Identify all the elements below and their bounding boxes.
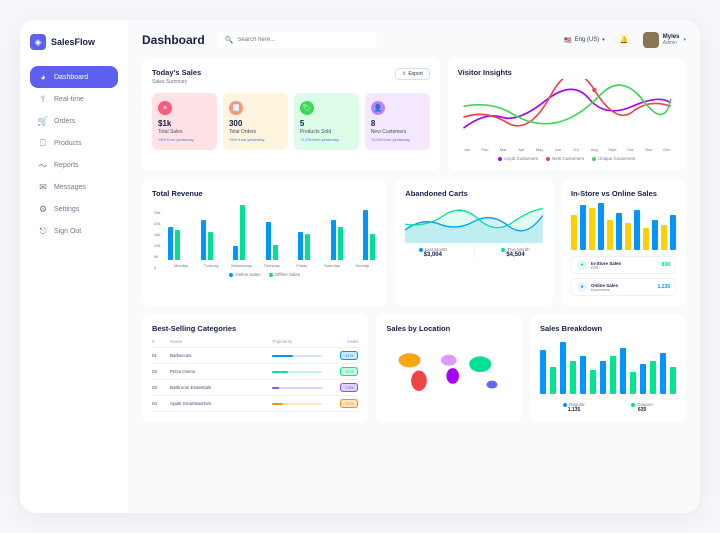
sales-breakdown-card: Sales Breakdown Regular1,135Coupon635: [530, 314, 686, 423]
stat-icon: ≡: [158, 101, 172, 115]
card-subtitle: Sales Summary: [152, 79, 430, 85]
orders-icon: 🛒: [38, 116, 48, 126]
user-menu[interactable]: Myles Admin ▾: [643, 32, 686, 48]
instore-row: ●In-Store SalesPOS838: [571, 256, 676, 274]
nav-reports[interactable]: 〜Reports: [30, 154, 118, 176]
bell-icon: 🔔: [619, 36, 628, 44]
export-button[interactable]: ⇪Export: [395, 68, 430, 80]
avatar: [643, 32, 659, 48]
nav-dashboard[interactable]: ◕Dashboard: [30, 66, 118, 88]
todays-sales-card: ⇪Export Today's Sales Sales Summary ≡$1k…: [142, 58, 440, 171]
logo[interactable]: ◈ SalesFlow: [30, 34, 118, 50]
stat-products-sold: 🏷5Products Sold+1.2% from yesterday: [294, 93, 359, 150]
real-time-icon: ⫯: [38, 94, 48, 104]
abandoned-area-chart: [405, 200, 543, 243]
table-header: # Name Popularity Sales: [152, 339, 358, 348]
table-row: 02Pizza Ovens31%: [152, 364, 358, 380]
bar-group: [363, 210, 375, 260]
stat-icon: 👤: [371, 101, 385, 115]
dot-icon: ●: [577, 282, 587, 292]
notifications-button[interactable]: 🔔: [617, 33, 631, 47]
stat-total-orders: 🧾300Total Orders+5% from yesterday: [223, 93, 288, 150]
instore-online-card: In-Store vs Online Sales ●In-Store Sales…: [561, 179, 686, 306]
dot-icon: ●: [577, 260, 587, 270]
table-row: 03Bathroom Essentials13%: [152, 380, 358, 396]
stat-icon: 🧾: [229, 101, 243, 115]
total-revenue-card: Total Revenue 25k20k15k10k5k0 MondayTues…: [142, 179, 387, 306]
last-month-value: Last Month $3,004: [419, 247, 447, 258]
bar-group: [201, 220, 213, 261]
logo-text: SalesFlow: [51, 37, 95, 47]
language-label: Eng (US): [575, 37, 600, 43]
bar-group: [331, 220, 343, 261]
nav-settings[interactable]: ⚙Settings: [30, 198, 118, 220]
search-input[interactable]: [237, 37, 368, 43]
search-icon: 🔍: [225, 36, 234, 44]
language-selector[interactable]: 🇺🇸 Eng (US) ▾: [564, 37, 605, 44]
sidebar: ◈ SalesFlow ◕Dashboard⫯Real-time🛒Orders⎕…: [20, 20, 128, 513]
search-input-wrap[interactable]: 🔍: [217, 32, 377, 48]
chevron-down-icon: ▾: [602, 37, 605, 43]
sign out-icon: ⎋: [38, 226, 48, 236]
main-content: Dashboard 🔍 🇺🇸 Eng (US) ▾ 🔔 Myles Admin: [128, 20, 700, 513]
card-title: Best-Selling Categories: [152, 324, 358, 333]
nav-real-time[interactable]: ⫯Real-time: [30, 88, 118, 110]
settings-icon: ⚙: [38, 204, 48, 214]
card-title: In-Store vs Online Sales: [571, 189, 676, 198]
abandoned-carts-card: Abandoned Carts Last Month $3,004 This M…: [395, 179, 553, 306]
card-title: Sales Breakdown: [540, 324, 676, 333]
world-map: [386, 335, 512, 405]
table-row: 04Apple Smartwatches21%: [152, 396, 358, 412]
export-icon: ⇪: [402, 71, 406, 77]
sales-location-card: Sales by Location: [376, 314, 522, 423]
best-selling-card: Best-Selling Categories # Name Popularit…: [142, 314, 368, 423]
card-title: Total Revenue: [152, 189, 377, 198]
table-row: 01Barbecues41%: [152, 348, 358, 364]
reports-icon: 〜: [38, 160, 48, 170]
card-title: Today's Sales: [152, 68, 430, 77]
user-role: Admin: [663, 40, 680, 46]
nav-products[interactable]: ⎕Products: [30, 132, 118, 154]
stat-new-customers: 👤8New Customers+0.5% from yesterday: [365, 93, 430, 150]
card-title: Abandoned Carts: [405, 189, 543, 198]
bar-group: [298, 232, 310, 261]
dashboard-icon: ◕: [38, 72, 48, 82]
this-month-value: This Month $4,504: [501, 247, 529, 258]
products-icon: ⎕: [38, 138, 48, 148]
card-title: Sales by Location: [386, 324, 512, 333]
visitor-insights-card: Visitor Insights JanFebMarAprMayJunJulAu…: [448, 58, 686, 171]
page-title: Dashboard: [142, 33, 205, 47]
stat-icon: 🏷: [300, 101, 314, 115]
nav-orders[interactable]: 🛒Orders: [30, 110, 118, 132]
logo-icon: ◈: [30, 34, 46, 50]
flag-icon: 🇺🇸: [564, 37, 571, 44]
messages-icon: ✉: [38, 182, 48, 192]
nav-messages[interactable]: ✉Messages: [30, 176, 118, 198]
bar-group: [266, 222, 278, 260]
nav-sign-out[interactable]: ⎋Sign Out: [30, 220, 118, 242]
bar-group: [233, 205, 245, 260]
visitor-line-chart: [458, 79, 676, 144]
card-title: Visitor Insights: [458, 68, 676, 77]
chevron-down-icon: ▾: [683, 37, 686, 43]
stat-total-sales: ≡$1kTotal Sales+8% from yesterday: [152, 93, 217, 150]
header: Dashboard 🔍 🇺🇸 Eng (US) ▾ 🔔 Myles Admin: [142, 32, 686, 48]
instore-row: ●Online SalesEcommerce1,135: [571, 278, 676, 296]
bar-group: [168, 227, 180, 261]
